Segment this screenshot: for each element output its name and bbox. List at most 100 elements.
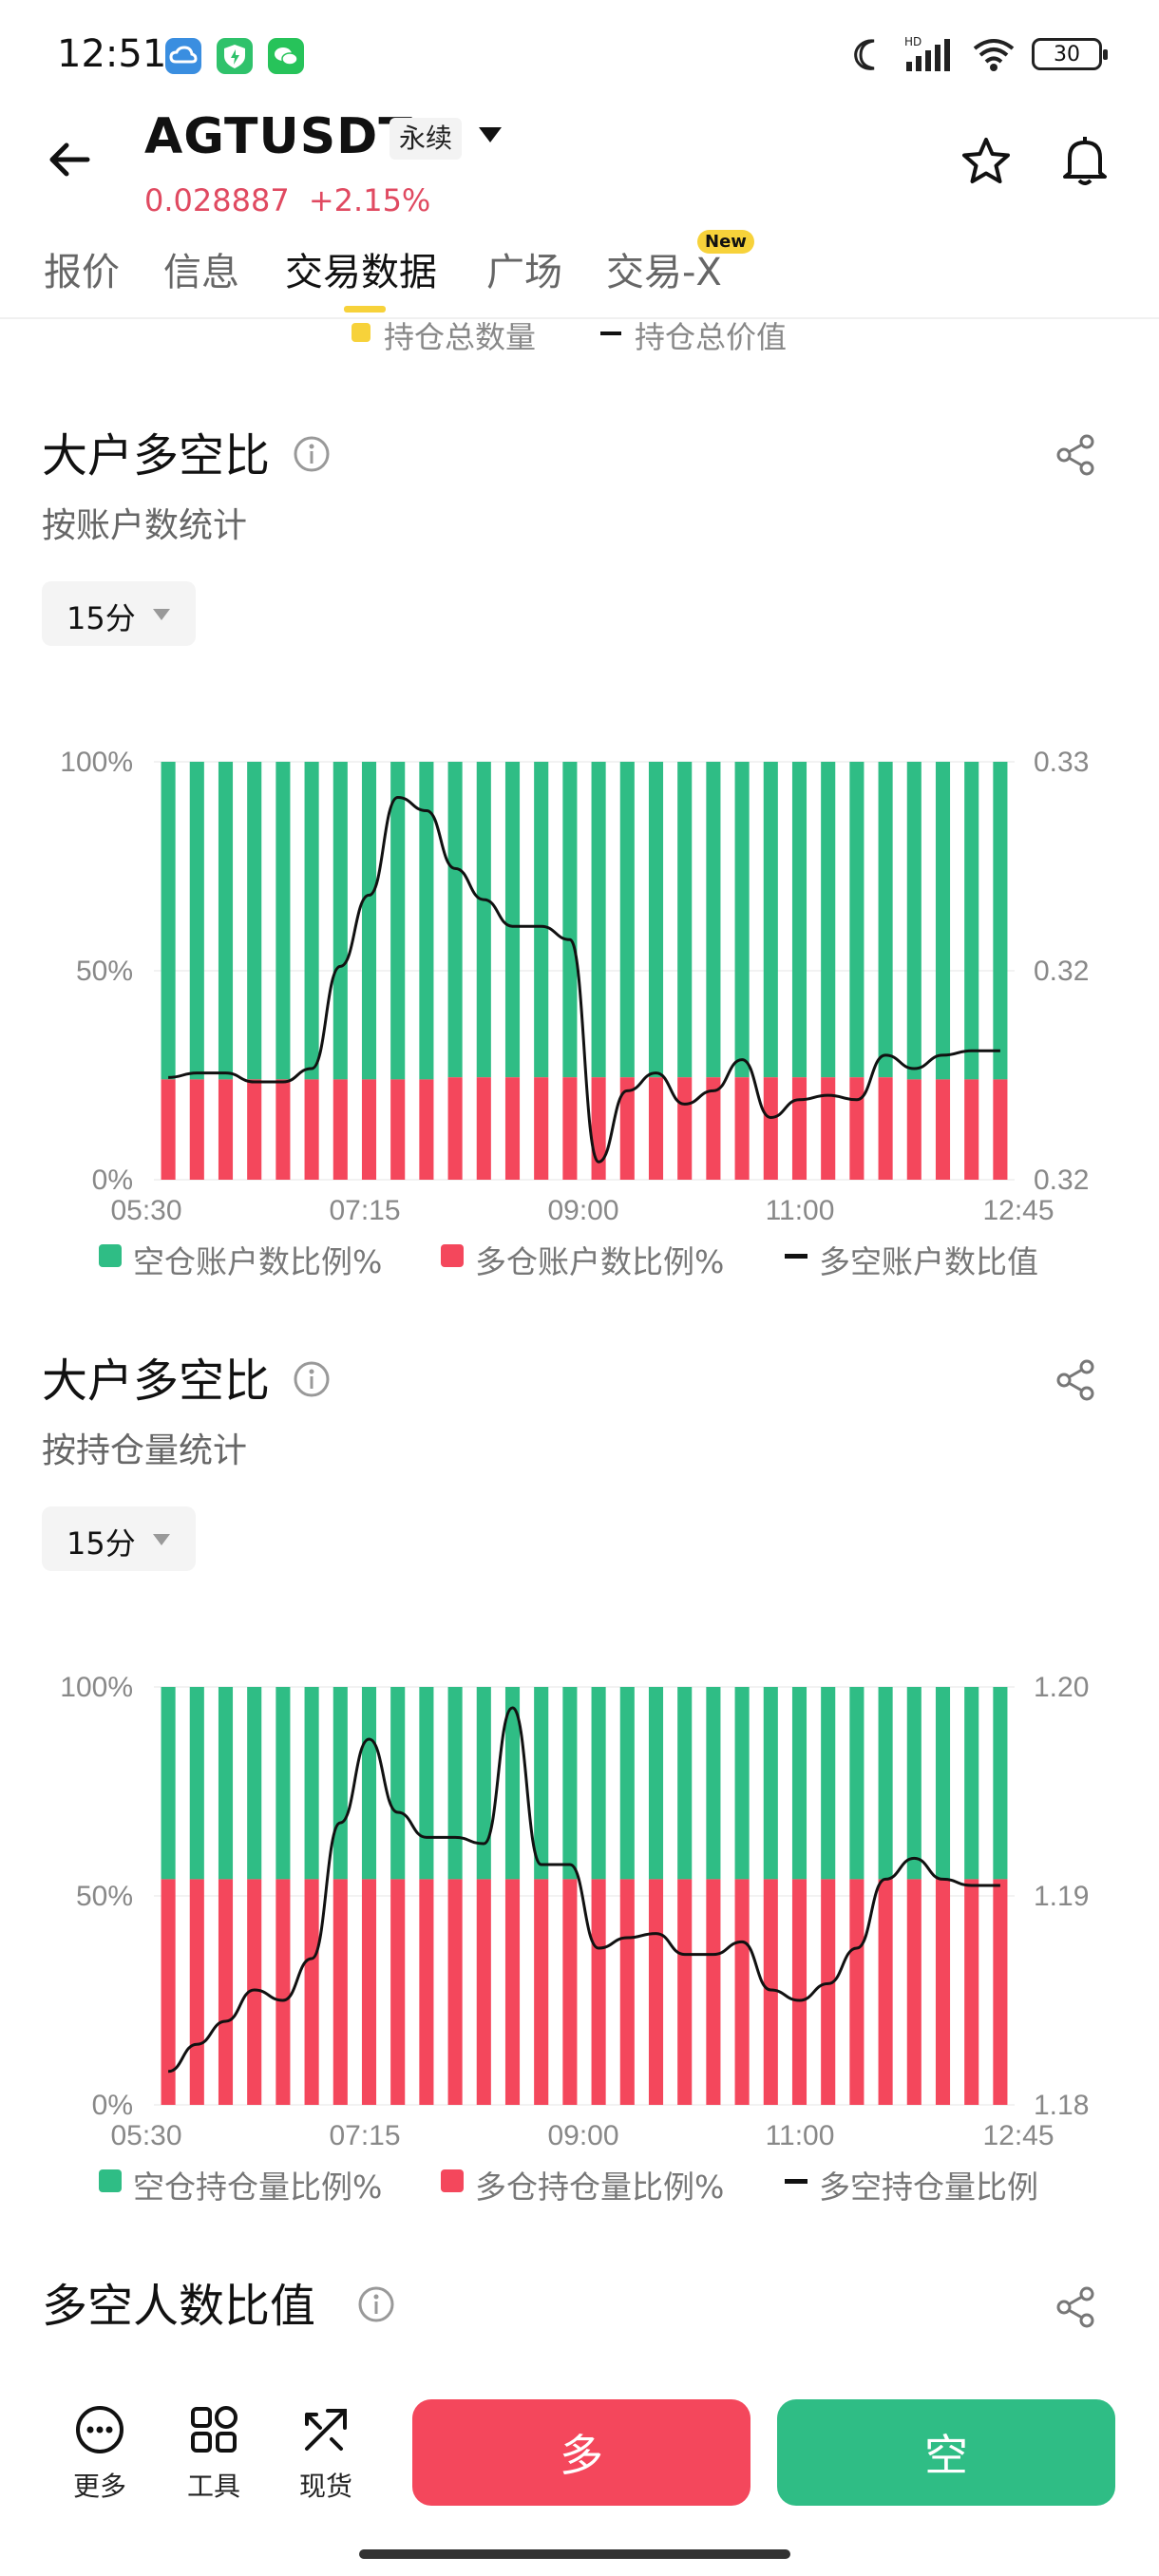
legend-swatch-long: [441, 2169, 464, 2192]
short-bar: [993, 762, 1008, 1080]
long-bar: [161, 1079, 176, 1180]
position-ratio-chart: 100% 50% 0% 1.20 1.19 1.18 05:30 07:15 09:00 11:0…: [60, 1672, 1089, 2150]
last-price: 0.028887: [144, 182, 290, 218]
short-bar: [476, 762, 491, 1078]
short-bar: [534, 762, 549, 1078]
x-tick: 12:45: [982, 1195, 1054, 1225]
y-tick-right: 1.18: [1034, 2090, 1089, 2121]
short-bar: [648, 762, 664, 1078]
period-label: 15分: [66, 600, 136, 636]
section-top-trader-position-ratio: 大户多空比 按持仓量统计 15分 100% 50% 0% 1.20 1.19 1.18 05…: [0, 1343, 1159, 2206]
long-bar: [361, 1879, 377, 2105]
x-tick: 05:30: [110, 2120, 181, 2150]
long-bar: [447, 1077, 463, 1180]
bell-icon[interactable]: [1058, 133, 1112, 188]
long-bar: [276, 1879, 291, 2105]
long-bar: [821, 1879, 836, 2105]
short-bar: [878, 1687, 893, 1880]
ratio-line: [168, 795, 1000, 1164]
svg-text:HD: HD: [904, 35, 922, 48]
y-tick-right: 1.19: [1034, 1881, 1089, 1912]
x-tick: 09:00: [547, 2120, 618, 2150]
legend-total-value: 持仓总价值: [635, 319, 788, 355]
back-arrow-icon[interactable]: [44, 133, 97, 186]
long-bar: [304, 1879, 319, 2105]
share-icon[interactable]: [1054, 433, 1098, 477]
signal-icon: HD: [904, 35, 950, 71]
info-icon[interactable]: [293, 1360, 331, 1398]
long-bar: [447, 1879, 463, 2105]
long-bar: [504, 1879, 521, 2105]
more-button[interactable]: 更多: [57, 2403, 142, 2517]
short-bar: [849, 762, 864, 1078]
legend-short-accounts: 空仓账户数比例%: [133, 1243, 383, 1280]
share-icon[interactable]: [1054, 1358, 1098, 1402]
long-bar: [591, 1077, 606, 1180]
spot-button[interactable]: 现货: [283, 2403, 369, 2517]
short-bar: [648, 1687, 664, 1880]
long-bar: [276, 1079, 291, 1180]
short-bar: [591, 1687, 606, 1880]
symbol-dropdown-icon[interactable]: [477, 125, 504, 144]
y-tick-left: 50%: [76, 956, 133, 987]
short-bar: [906, 1687, 922, 1880]
chart-legend: 空仓账户数比例% 多仓账户数比例% 多空账户数比值: [0, 1227, 1159, 1284]
legend-long-accounts: 多仓账户数比例%: [475, 1243, 725, 1280]
home-indicator[interactable]: [359, 2549, 790, 2559]
status-indicators: HD 30: [849, 32, 1108, 76]
tab-trading-data[interactable]: 交易数据: [285, 241, 437, 296]
long-bar: [906, 1079, 922, 1180]
section-subtitle: 按账户数统计: [42, 506, 248, 545]
long-button[interactable]: 多: [412, 2399, 750, 2506]
x-tick: 05:30: [110, 1195, 181, 1225]
tab-square[interactable]: 广场: [486, 241, 562, 296]
y-tick-left: 50%: [76, 1881, 133, 1912]
x-tick: 11:00: [766, 1195, 835, 1225]
long-bar: [706, 1879, 721, 2105]
long-bar: [677, 1879, 693, 2105]
tab-quote[interactable]: 报价: [44, 241, 120, 296]
short-bar: [447, 762, 463, 1078]
long-bar: [648, 1077, 664, 1180]
short-bar: [964, 762, 979, 1080]
previous-chart-legend: 持仓总数量 持仓总价值: [0, 310, 1159, 357]
new-badge: New: [697, 230, 754, 254]
caret-down-icon: [153, 1534, 170, 1545]
short-bar: [189, 762, 204, 1080]
short-bar: [218, 762, 234, 1080]
tab-info[interactable]: 信息: [163, 241, 239, 296]
grid-tools-icon: [191, 2406, 238, 2453]
account-ratio-chart: 100% 50% 0% 0.33 0.32 0.32 05:30 07:15 09:00 11:0…: [60, 747, 1089, 1225]
short-bar: [677, 762, 693, 1078]
x-tick: 07:15: [329, 2120, 400, 2150]
short-bar: [619, 1687, 635, 1880]
wifi-icon: [973, 39, 1015, 71]
period-selector[interactable]: 15分: [42, 1506, 196, 1571]
long-bar: [419, 1879, 434, 2105]
short-button[interactable]: 空: [777, 2399, 1115, 2506]
period-selector[interactable]: 15分: [42, 581, 196, 646]
tools-button[interactable]: 工具: [171, 2403, 256, 2517]
info-icon[interactable]: [357, 2285, 395, 2323]
section-title: 大户多空比: [42, 1354, 271, 1408]
y-tick-left: 0%: [92, 2090, 133, 2121]
short-bar: [821, 762, 836, 1078]
info-icon[interactable]: [293, 435, 331, 473]
short-bar: [534, 1687, 549, 1880]
short-bar: [791, 1687, 808, 1880]
wechat-app-icon: [268, 38, 304, 74]
short-bar: [161, 762, 176, 1080]
legend-position-ratio: 多空持仓量比例: [819, 2169, 1038, 2206]
short-bar: [706, 1687, 721, 1880]
long-bar: [964, 1879, 979, 2105]
symbol-title[interactable]: AGTUSDT: [144, 108, 413, 165]
share-icon[interactable]: [1054, 2285, 1098, 2329]
favorite-star-icon[interactable]: [960, 135, 1013, 188]
x-tick: 12:45: [982, 2120, 1054, 2150]
x-tick: 09:00: [547, 1195, 618, 1225]
short-bar: [361, 762, 377, 1080]
long-bar: [534, 1077, 549, 1180]
long-bar: [791, 1077, 808, 1180]
short-bar: [447, 1687, 463, 1880]
section-long-short-people-ratio: 多空人数比值: [0, 2268, 1159, 2363]
